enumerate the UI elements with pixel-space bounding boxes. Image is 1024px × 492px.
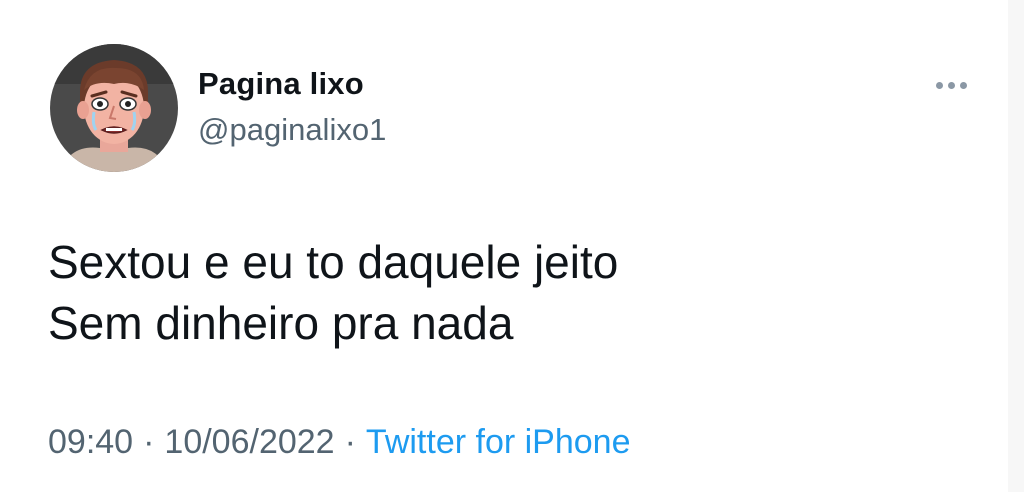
dot bbox=[935, 81, 943, 89]
separator: · bbox=[143, 423, 155, 461]
tweet-meta: 09:40 · 10/06/2022 · Twitter for iPhone bbox=[48, 423, 630, 462]
tweet-source-link[interactable]: Twitter for iPhone bbox=[366, 423, 631, 461]
tweet-text: Sextou e eu to daquele jeito Sem dinheir… bbox=[48, 232, 618, 354]
scrollbar-track bbox=[1008, 0, 1024, 492]
tweet-line: Sem dinheiro pra nada bbox=[48, 297, 514, 349]
avatar[interactable] bbox=[50, 44, 178, 172]
ellipsis-icon[interactable] bbox=[928, 70, 974, 100]
tweet-time[interactable]: 09:40 bbox=[48, 423, 133, 461]
dot bbox=[947, 81, 955, 89]
separator: · bbox=[344, 423, 356, 461]
tweet-date[interactable]: 10/06/2022 bbox=[164, 423, 334, 461]
display-name[interactable]: Pagina lixo bbox=[198, 66, 364, 102]
user-handle[interactable]: @paginalixo1 bbox=[198, 112, 386, 148]
tweet-line: Sextou e eu to daquele jeito bbox=[48, 236, 619, 288]
tweet-card: Pagina lixo @paginalixo1 Sextou e eu to … bbox=[0, 0, 1024, 492]
cartoon-face-avatar-icon bbox=[50, 44, 178, 172]
dot bbox=[959, 81, 967, 89]
